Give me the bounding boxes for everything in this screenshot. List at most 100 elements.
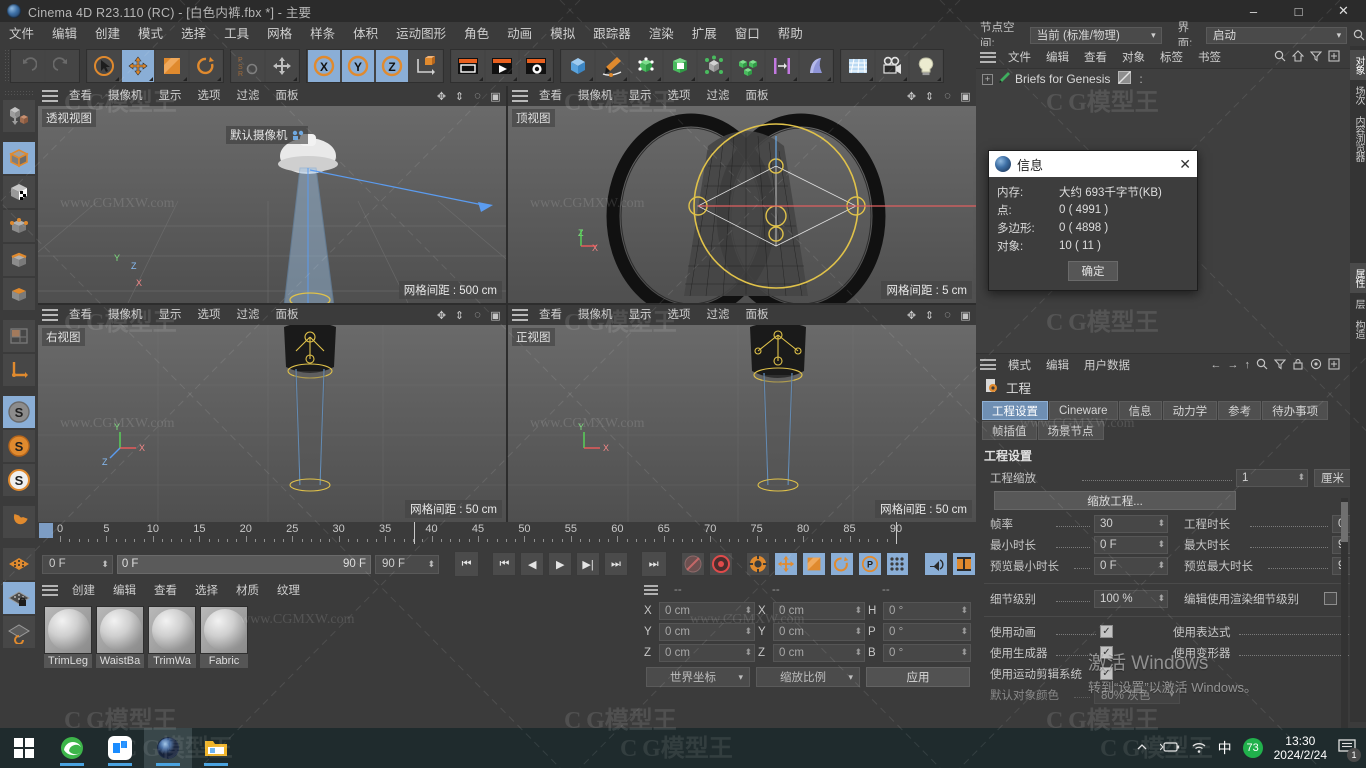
menu-item-mode[interactable]: 模式 — [129, 22, 172, 46]
vtab-content-browser[interactable]: 内容浏览器 — [1350, 110, 1366, 167]
attribute-scrollbar-track[interactable] — [1341, 498, 1348, 750]
magnet-tool-button[interactable] — [3, 506, 35, 538]
generator-nurbs-button[interactable] — [630, 50, 662, 82]
vp3-menu-camera[interactable]: 摄像机 — [101, 305, 150, 325]
close-icon[interactable]: ✕ — [1179, 157, 1191, 171]
info-dialog-ok-button[interactable]: 确定 — [1068, 261, 1118, 281]
file-explorer-icon[interactable] — [192, 728, 240, 768]
vp3-menu-view[interactable]: 查看 — [62, 305, 99, 325]
menu-hamburger-icon[interactable] — [512, 90, 528, 102]
coord-rotation-b-field[interactable]: 0 ° — [883, 643, 971, 662]
material-menu-texture[interactable]: 纹理 — [269, 582, 308, 598]
plus-icon[interactable] — [1328, 49, 1340, 65]
tab-scene-nodes[interactable]: 场景节点 — [1037, 421, 1104, 440]
vp4-menu-panel[interactable]: 面板 — [739, 305, 776, 325]
render-to-picture-viewer-button[interactable] — [486, 50, 518, 82]
floor-sky-button[interactable] — [842, 50, 874, 82]
render-settings-button[interactable] — [520, 50, 552, 82]
model-mode-button[interactable] — [3, 142, 35, 174]
move-snap-button[interactable] — [266, 50, 298, 82]
vp1-menu-view[interactable]: 查看 — [62, 86, 99, 106]
vp4-menu-view[interactable]: 查看 — [532, 305, 569, 325]
minimize-button[interactable]: – — [1231, 0, 1276, 22]
plus-icon[interactable] — [1328, 357, 1340, 373]
menu-hamburger-icon[interactable] — [42, 90, 58, 102]
vp1-menu-panel[interactable]: 面板 — [269, 86, 306, 106]
menu-item-animate[interactable]: 动画 — [498, 22, 541, 46]
vtab-structure[interactable]: 构造 — [1350, 314, 1366, 344]
up-arrow-icon[interactable]: ↑ — [1245, 359, 1251, 371]
menu-item-create[interactable]: 创建 — [86, 22, 129, 46]
viewport-top[interactable]: 查看 摄像机 显示 选项 过滤 面板 ✥ ⇕ ◌ ▣ X 顶视图 网格间距: … — [508, 86, 976, 303]
go-to-previous-key-button[interactable]: ⏮ — [492, 552, 517, 576]
close-button[interactable]: ✕ — [1321, 0, 1366, 22]
attribute-menu-mode[interactable]: 模式 — [1001, 357, 1038, 373]
field-project-scale[interactable]: 1 — [1236, 468, 1308, 487]
play-button[interactable]: ▶ — [548, 552, 573, 576]
coord-position-z-field[interactable]: 0 cm — [659, 643, 755, 662]
material-menu-edit[interactable]: 编辑 — [105, 582, 144, 598]
vp3-menu-filter[interactable]: 过滤 — [230, 305, 267, 325]
taskbar-clock[interactable]: 13:30 2024/2/24 — [1274, 734, 1327, 762]
vtab-objects[interactable]: 对象 — [1350, 50, 1366, 80]
orbit-icon[interactable]: ◌ — [471, 309, 484, 322]
apply-button[interactable]: 应用 — [866, 667, 970, 687]
search-icon[interactable] — [1351, 27, 1366, 43]
preview-range-bar[interactable]: 0 F 90 F — [116, 554, 371, 574]
uv-mode-button[interactable] — [3, 320, 35, 352]
pan-icon[interactable]: ✥ — [905, 90, 918, 103]
material-item[interactable]: Fabric — [200, 606, 248, 668]
menu-item-file[interactable]: 文件 — [0, 22, 43, 46]
back-arrow-icon[interactable]: ← — [1211, 359, 1222, 371]
menu-item-window[interactable]: 窗口 — [726, 22, 769, 46]
material-menu-select[interactable]: 选择 — [187, 582, 226, 598]
field-preview-min-time[interactable]: 0 F — [1094, 556, 1168, 575]
coord-position-y-field[interactable]: 0 cm — [659, 622, 755, 641]
menu-hamburger-icon[interactable] — [980, 51, 996, 63]
vp4-menu-option[interactable]: 选项 — [661, 305, 698, 325]
scale-tool-button[interactable] — [156, 50, 188, 82]
coord-size-z-field[interactable]: 0 cm — [773, 643, 865, 662]
viewport-front[interactable]: 查看 摄像机 显示 选项 过滤 面板 ✥ ⇕ ◌ ▣ Y X 正视图 网格间距 … — [508, 305, 976, 522]
material-preview-sphere[interactable] — [148, 606, 196, 654]
search-icon[interactable] — [1274, 50, 1286, 65]
field-object-button[interactable] — [766, 50, 798, 82]
chevron-up-icon[interactable] — [1135, 740, 1149, 757]
cinema4d-icon[interactable] — [144, 728, 192, 768]
position-key-toggle[interactable] — [773, 552, 798, 576]
filter-icon[interactable] — [1273, 358, 1287, 373]
go-to-end-button[interactable]: ⏭ — [640, 551, 667, 577]
autokeying-button[interactable] — [681, 552, 706, 576]
go-to-next-key-button[interactable]: ⏭ — [604, 552, 628, 576]
polygon-mode-button[interactable] — [3, 278, 35, 310]
pan-icon[interactable]: ✥ — [905, 309, 918, 322]
vtab-attributes[interactable]: 属性 — [1350, 263, 1366, 293]
coord-size-y-field[interactable]: 0 cm — [773, 622, 865, 641]
menu-hamburger-icon[interactable] — [42, 309, 58, 321]
field-lod[interactable]: 100 % — [1094, 589, 1168, 608]
redo-button[interactable] — [46, 50, 78, 82]
object-menu-tags[interactable]: 标签 — [1153, 49, 1190, 65]
material-item[interactable]: WaistBa — [96, 606, 144, 668]
tab-info[interactable]: 信息 — [1118, 401, 1162, 420]
menu-item-character[interactable]: 角色 — [455, 22, 498, 46]
texture-mode-button[interactable] — [3, 176, 35, 208]
vp4-menu-camera[interactable]: 摄像机 — [571, 305, 620, 325]
object-menu-objects[interactable]: 对象 — [1115, 49, 1152, 65]
attribute-menu-userdata[interactable]: 用户数据 — [1077, 357, 1137, 373]
menu-item-render[interactable]: 渲染 — [640, 22, 683, 46]
menu-item-tools[interactable]: 工具 — [215, 22, 258, 46]
wifi-icon[interactable] — [1191, 740, 1207, 757]
dolly-icon[interactable]: ⇕ — [923, 90, 936, 103]
tab-project-settings[interactable]: 工程设置 — [982, 401, 1048, 420]
go-to-start-button[interactable]: ⏮ — [453, 551, 480, 577]
record-active-objects-button[interactable] — [709, 552, 734, 576]
attribute-menu-edit[interactable]: 编辑 — [1039, 357, 1076, 373]
notifications-icon[interactable]: 1 — [1338, 738, 1361, 762]
orbit-icon[interactable]: ◌ — [941, 309, 954, 322]
maximize-viewport-icon[interactable]: ▣ — [489, 309, 502, 322]
home-icon[interactable] — [1291, 49, 1305, 65]
max-frame-field[interactable]: 90 F — [375, 554, 440, 574]
pan-icon[interactable]: ✥ — [435, 90, 448, 103]
step-back-button[interactable]: ◀ — [520, 552, 545, 576]
